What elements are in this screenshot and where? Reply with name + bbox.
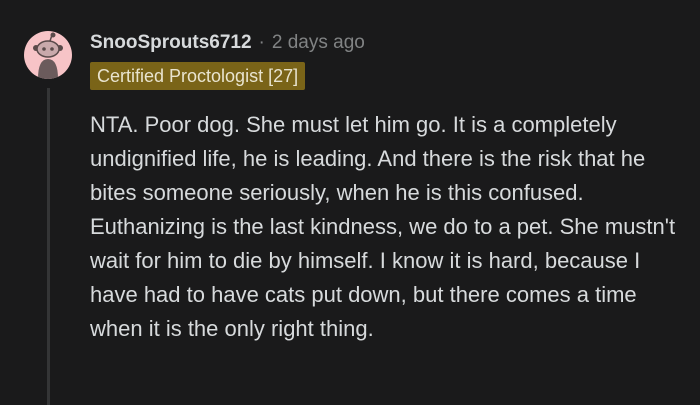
user-flair-badge: Certified Proctologist [27]	[90, 62, 306, 90]
comment-text: NTA. Poor dog. She must let him go. It i…	[90, 112, 676, 341]
thread-collapse-line[interactable]	[47, 88, 50, 405]
comment: SnooSprouts6712 · 2 days ago Certified P…	[0, 0, 700, 405]
snoo-avatar-icon	[33, 32, 63, 79]
username-link[interactable]: SnooSprouts6712	[90, 32, 252, 54]
comment-body: NTA. Poor dog. She must let him go. It i…	[90, 108, 692, 346]
timestamp-link[interactable]: 2 days ago	[272, 32, 365, 54]
user-avatar[interactable]	[24, 31, 72, 79]
comment-header: SnooSprouts6712 · 2 days ago	[90, 30, 365, 56]
separator-dot: ·	[258, 32, 265, 53]
